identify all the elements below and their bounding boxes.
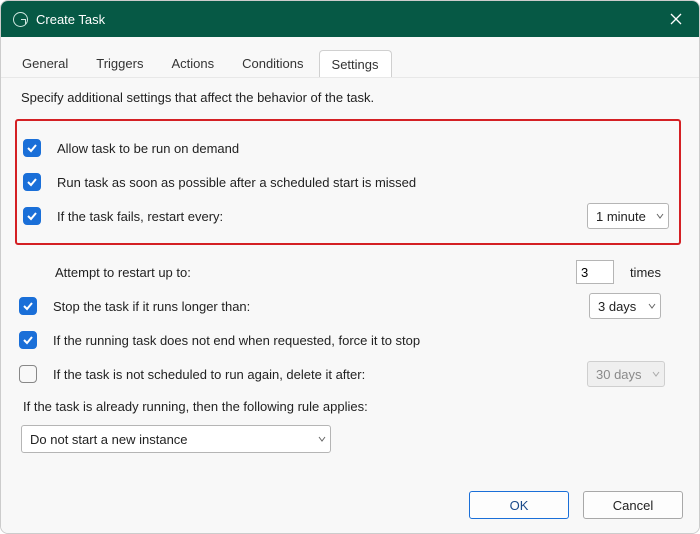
label-restart-attempts: Attempt to restart up to: — [49, 265, 566, 280]
label-delete-after: If the task is not scheduled to run agai… — [47, 367, 577, 382]
checkbox-delete-after[interactable] — [19, 365, 37, 383]
combo-restart-interval[interactable]: 1 minute — [587, 203, 669, 229]
label-restart-on-fail: If the task fails, restart every: — [51, 209, 577, 224]
label-running-rule: If the task is already running, then the… — [23, 399, 681, 414]
settings-panel: Specify additional settings that affect … — [1, 77, 699, 481]
combo-delete-after: 30 days — [587, 361, 665, 387]
clock-icon — [13, 12, 28, 27]
label-run-asap: Run task as soon as possible after a sch… — [51, 175, 669, 190]
tab-triggers[interactable]: Triggers — [83, 49, 156, 77]
tab-actions[interactable]: Actions — [158, 49, 227, 77]
label-stop-if-long: Stop the task if it runs longer than: — [47, 299, 579, 314]
tab-general[interactable]: General — [9, 49, 81, 77]
input-restart-attempts[interactable] — [576, 260, 614, 284]
close-button[interactable] — [653, 1, 699, 37]
ok-button[interactable]: OK — [469, 491, 569, 519]
tab-strip: General Triggers Actions Conditions Sett… — [1, 37, 699, 77]
window-title: Create Task — [36, 12, 105, 27]
chevron-down-icon — [656, 212, 664, 220]
checkbox-allow-on-demand[interactable] — [23, 139, 41, 157]
combo-stop-duration[interactable]: 3 days — [589, 293, 661, 319]
combo-delete-after-value: 30 days — [596, 367, 642, 382]
checkbox-stop-if-long[interactable] — [19, 297, 37, 315]
titlebar: Create Task — [1, 1, 699, 37]
dialog-footer: OK Cancel — [1, 481, 699, 533]
label-restart-attempts-suffix: times — [624, 265, 661, 280]
tab-settings[interactable]: Settings — [319, 50, 392, 78]
highlight-box: Allow task to be run on demand Run task … — [15, 119, 681, 245]
combo-restart-interval-value: 1 minute — [596, 209, 646, 224]
tab-conditions[interactable]: Conditions — [229, 49, 316, 77]
close-icon — [670, 13, 682, 25]
checkbox-restart-on-fail[interactable] — [23, 207, 41, 225]
create-task-window: Create Task General Triggers Actions Con… — [0, 0, 700, 534]
panel-hint: Specify additional settings that affect … — [21, 90, 681, 105]
label-allow-on-demand: Allow task to be run on demand — [51, 141, 669, 156]
chevron-down-icon — [648, 302, 656, 310]
combo-running-rule[interactable]: Do not start a new instance — [21, 425, 331, 453]
label-force-stop: If the running task does not end when re… — [47, 333, 681, 348]
combo-running-rule-value: Do not start a new instance — [30, 432, 188, 447]
combo-stop-duration-value: 3 days — [598, 299, 636, 314]
cancel-button[interactable]: Cancel — [583, 491, 683, 519]
checkbox-run-asap[interactable] — [23, 173, 41, 191]
chevron-down-icon — [652, 370, 660, 378]
chevron-down-icon — [318, 435, 326, 443]
checkbox-force-stop[interactable] — [19, 331, 37, 349]
